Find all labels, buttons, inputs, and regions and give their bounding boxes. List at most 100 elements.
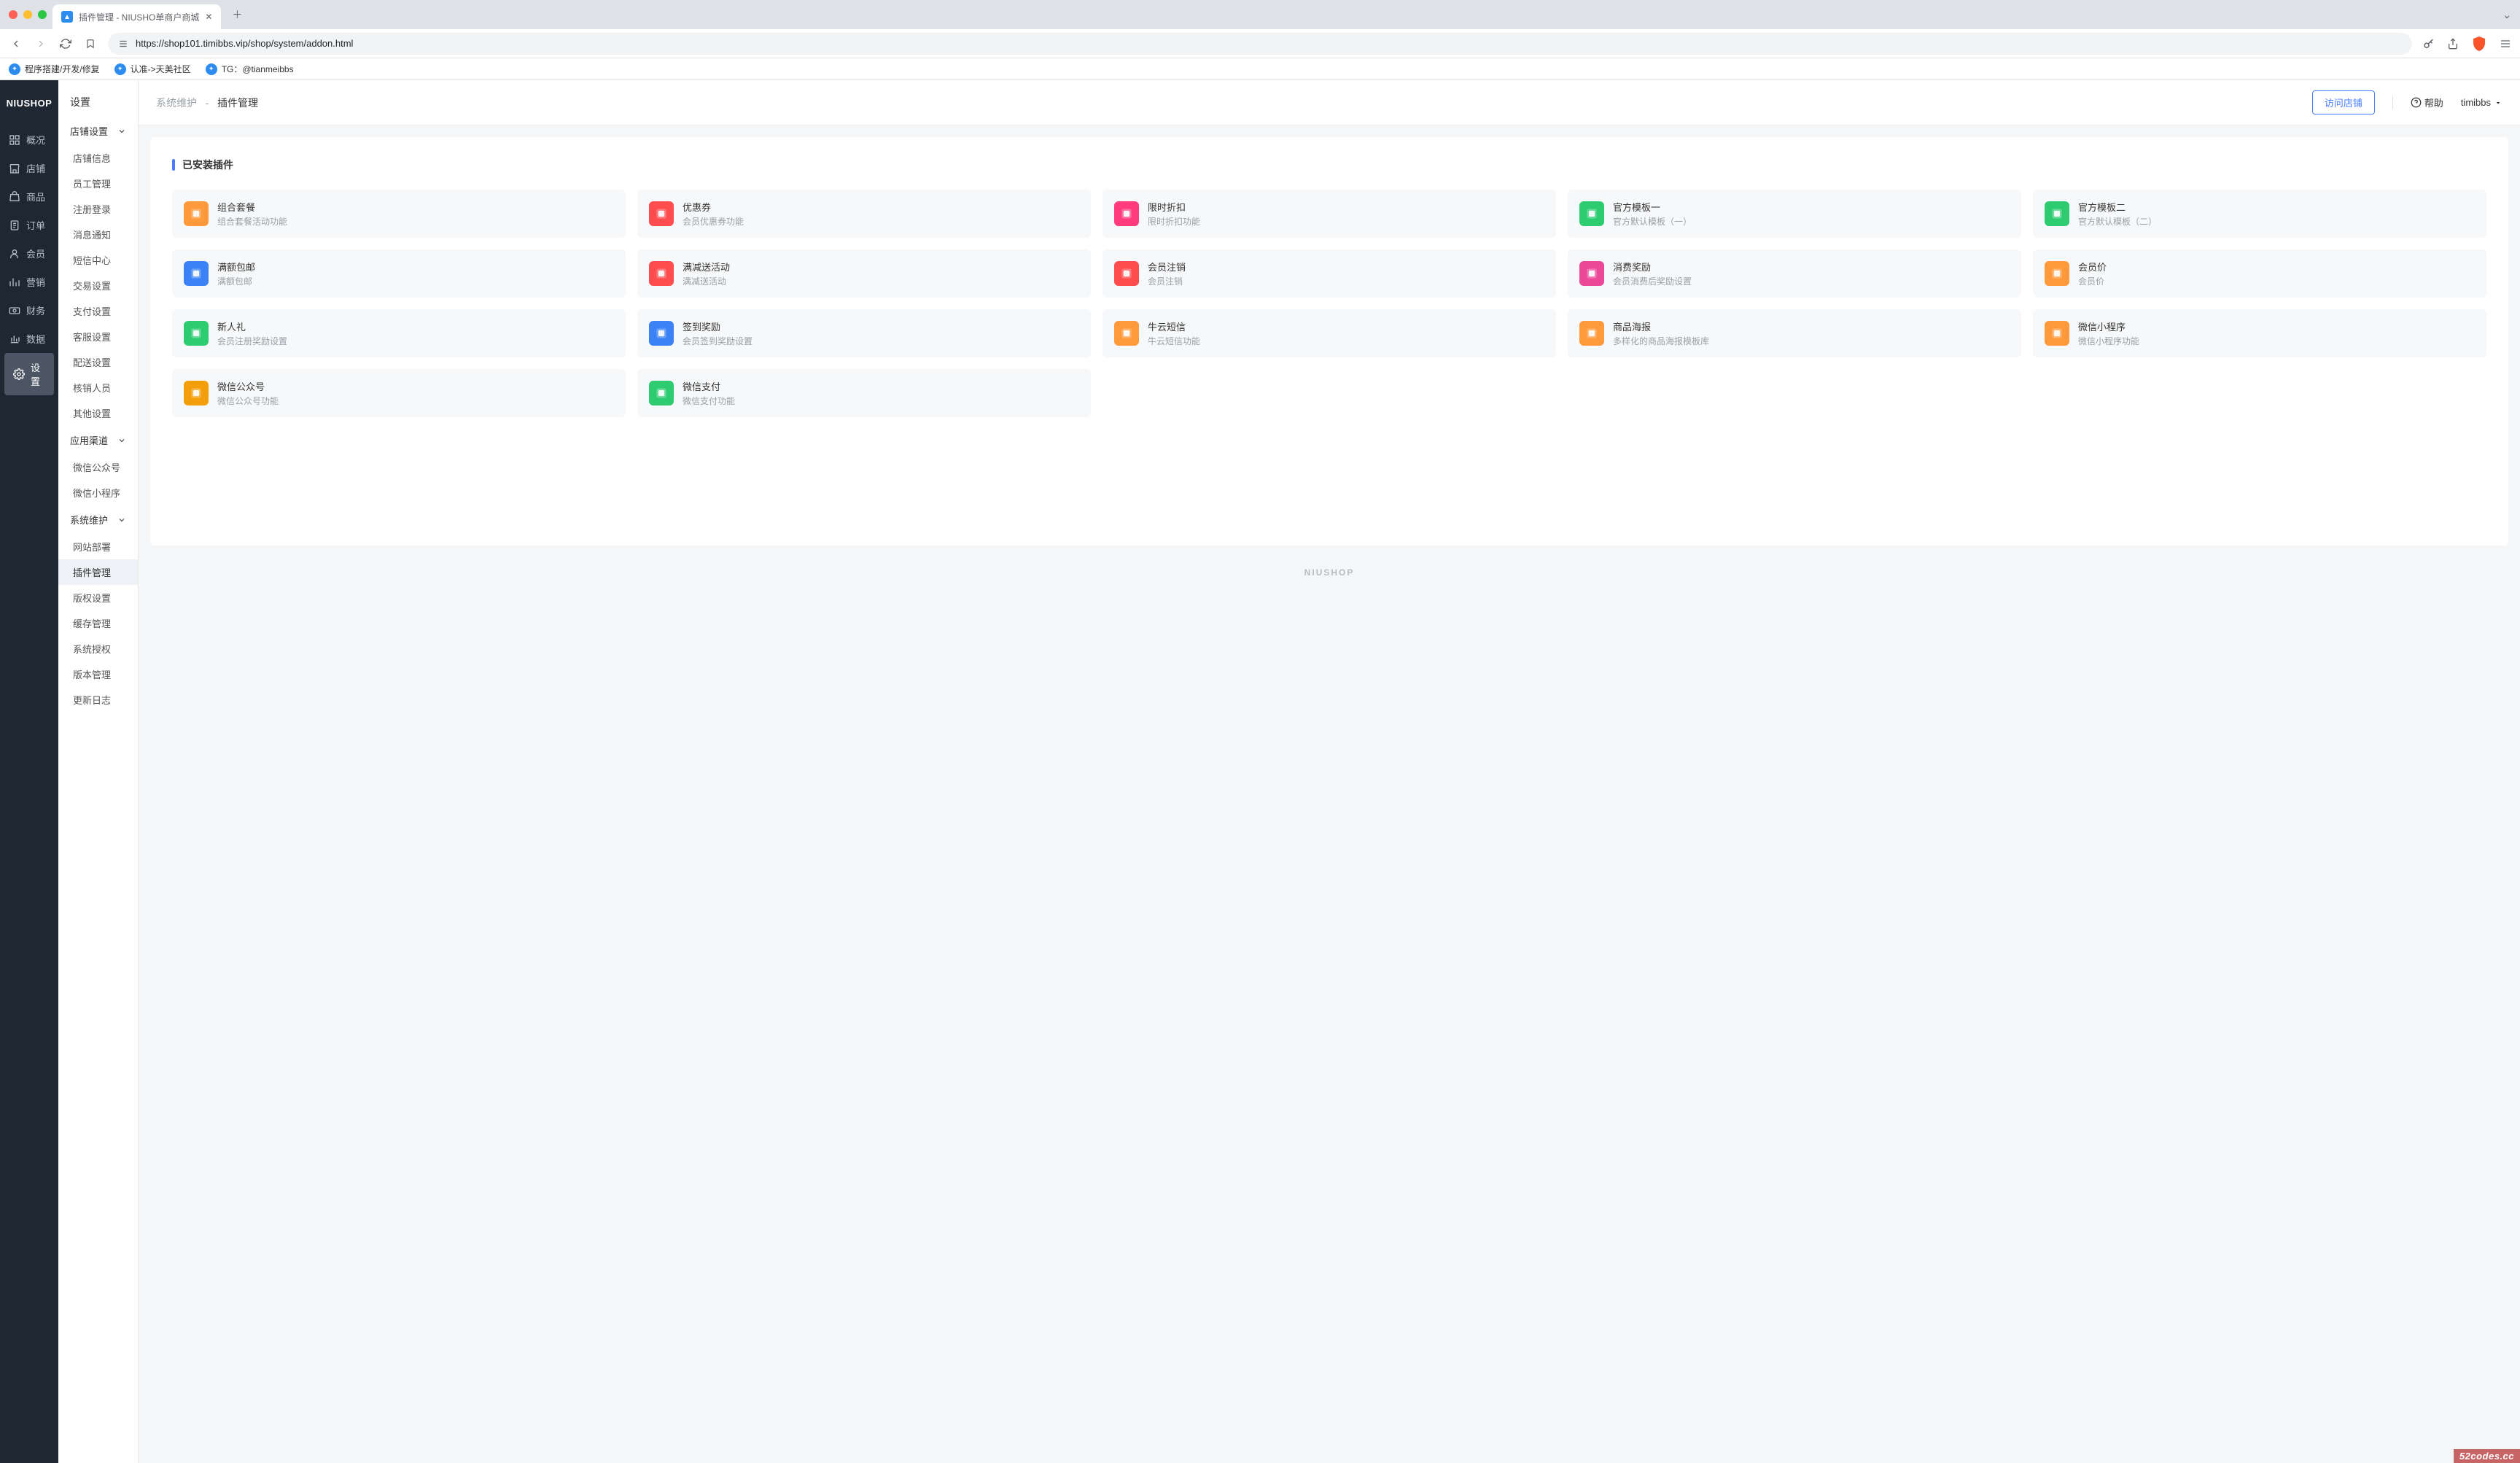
plugin-card[interactable]: 会员注销会员注销 (1102, 249, 1556, 298)
user-menu[interactable]: timibbs (2461, 97, 2502, 108)
plugin-title: 会员价 (2078, 260, 2107, 273)
plugin-card[interactable]: 签到奖励会员签到奖励设置 (637, 309, 1091, 357)
share-icon[interactable] (2447, 37, 2459, 50)
visit-shop-button[interactable]: 访问店铺 (2312, 90, 2375, 115)
sub-item[interactable]: 缓存管理 (58, 610, 138, 636)
plugin-title: 优惠券 (682, 200, 744, 214)
main-nav-settings[interactable]: 设置 (4, 353, 54, 395)
plugin-title: 官方模板二 (2078, 200, 2157, 214)
main-nav-marketing[interactable]: 营销 (0, 268, 58, 296)
plugin-desc: 牛云短信功能 (1148, 335, 1200, 347)
close-tab-icon[interactable]: ✕ (205, 12, 212, 22)
plugin-card[interactable]: 微信公众号微信公众号功能 (172, 369, 626, 417)
main-nav-dashboard[interactable]: 概况 (0, 125, 58, 154)
help-link[interactable]: 帮助 (2411, 96, 2443, 109)
nav-label: 财务 (26, 303, 45, 317)
main-nav-goods[interactable]: 商品 (0, 182, 58, 211)
bookmark-item[interactable]: ✦程序搭建/开发/修复 (9, 63, 100, 75)
bookmark-label: 认准->天美社区 (131, 63, 191, 75)
main-nav-finance[interactable]: 财务 (0, 296, 58, 325)
sub-group-head[interactable]: 系统维护 (58, 505, 138, 534)
sub-item[interactable]: 版权设置 (58, 585, 138, 610)
sub-item[interactable]: 支付设置 (58, 298, 138, 324)
plugin-desc: 微信公众号功能 (217, 395, 279, 407)
sub-item[interactable]: 核销人员 (58, 375, 138, 400)
sub-item[interactable]: 更新日志 (58, 687, 138, 713)
sub-group-head[interactable]: 店铺设置 (58, 117, 138, 145)
plugin-card[interactable]: 商品海报多样化的商品海报模板库 (1568, 309, 2021, 357)
plugin-title: 签到奖励 (682, 319, 752, 333)
sub-item[interactable]: 店铺信息 (58, 145, 138, 171)
plugin-card[interactable]: 满额包邮满额包邮 (172, 249, 626, 298)
plugin-card[interactable]: 限时折扣限时折扣功能 (1102, 190, 1556, 238)
sub-item[interactable]: 插件管理 (58, 559, 138, 585)
reload-button[interactable] (58, 38, 73, 50)
sub-item[interactable]: 消息通知 (58, 222, 138, 247)
plugin-card[interactable]: 满减送活动满减送活动 (637, 249, 1091, 298)
minimize-window-button[interactable] (23, 10, 32, 19)
sub-item[interactable]: 员工管理 (58, 171, 138, 196)
bookmark-item[interactable]: ✦认准->天美社区 (114, 63, 191, 75)
plugin-icon (1114, 201, 1139, 226)
chevron-down-icon (117, 436, 126, 445)
url-input[interactable]: https://shop101.timibbs.vip/shop/system/… (108, 33, 2412, 55)
sub-item[interactable]: 版本管理 (58, 661, 138, 687)
sub-item[interactable]: 微信小程序 (58, 480, 138, 505)
sub-group-head[interactable]: 应用渠道 (58, 426, 138, 454)
plugin-title: 会员注销 (1148, 260, 1186, 273)
app-menu-icon[interactable] (2500, 38, 2511, 50)
plugin-icon (184, 321, 209, 346)
main-nav-store[interactable]: 店铺 (0, 154, 58, 182)
plugin-card[interactable]: 消费奖励会员消费后奖励设置 (1568, 249, 2021, 298)
sub-item[interactable]: 注册登录 (58, 196, 138, 222)
plugin-card[interactable]: 新人礼会员注册奖励设置 (172, 309, 626, 357)
plugin-card[interactable]: 官方模板一官方默认模板（一） (1568, 190, 2021, 238)
section-title: 已安装插件 (172, 158, 2486, 172)
member-icon (9, 248, 20, 260)
nav-label: 商品 (26, 190, 45, 203)
logo: NIUSHOP (0, 80, 58, 125)
sub-item[interactable]: 系统授权 (58, 636, 138, 661)
bookmark-icon[interactable] (83, 38, 98, 50)
plugin-icon (1579, 261, 1604, 286)
sub-item[interactable]: 短信中心 (58, 247, 138, 273)
order-icon (9, 220, 20, 231)
plugin-title: 组合套餐 (217, 200, 287, 214)
plugin-card[interactable]: 会员价会员价 (2033, 249, 2486, 298)
new-tab-button[interactable]: ＋ (227, 4, 247, 25)
plugin-card[interactable]: 微信支付微信支付功能 (637, 369, 1091, 417)
main-nav-member[interactable]: 会员 (0, 239, 58, 268)
sub-item[interactable]: 微信公众号 (58, 454, 138, 480)
sub-item[interactable]: 交易设置 (58, 273, 138, 298)
forward-button[interactable] (34, 38, 48, 50)
bookmark-label: TG：@tianmeibbs (222, 63, 294, 75)
sub-item[interactable]: 网站部署 (58, 534, 138, 559)
breadcrumb-parent[interactable]: 系统维护 (156, 97, 197, 109)
browser-tab[interactable]: ▲ 插件管理 - NIUSHO单商户商城 ✕ (52, 4, 221, 29)
bookmark-item[interactable]: ✦TG：@tianmeibbs (206, 63, 294, 75)
plugin-desc: 会员优惠券功能 (682, 215, 744, 228)
sub-item[interactable]: 客服设置 (58, 324, 138, 349)
key-icon[interactable] (2422, 37, 2435, 50)
maximize-window-button[interactable] (38, 10, 47, 19)
close-window-button[interactable] (9, 10, 18, 19)
plugin-title: 微信小程序 (2078, 319, 2139, 333)
plugin-title: 微信公众号 (217, 379, 279, 393)
plugin-card[interactable]: 官方模板二官方默认模板（二） (2033, 190, 2486, 238)
plugin-card[interactable]: 组合套餐组合套餐活动功能 (172, 190, 626, 238)
plugin-card[interactable]: 微信小程序微信小程序功能 (2033, 309, 2486, 357)
main-nav-order[interactable]: 订单 (0, 211, 58, 239)
nav-label: 概况 (26, 133, 45, 147)
expand-tabs-icon[interactable]: ⌄ (2502, 9, 2511, 21)
plugin-title: 商品海报 (1613, 319, 1709, 333)
back-button[interactable] (9, 38, 23, 50)
settings-icon (13, 368, 25, 380)
brave-shield-icon[interactable] (2470, 35, 2488, 53)
sub-sidebar: 设置 店铺设置店铺信息员工管理注册登录消息通知短信中心交易设置支付设置客服设置配… (58, 80, 139, 1463)
plugin-card[interactable]: 牛云短信牛云短信功能 (1102, 309, 1556, 357)
sub-item[interactable]: 配送设置 (58, 349, 138, 375)
sub-item[interactable]: 其他设置 (58, 400, 138, 426)
plugin-icon (184, 261, 209, 286)
plugin-card[interactable]: 优惠券会员优惠券功能 (637, 190, 1091, 238)
main-nav-data[interactable]: 数据 (0, 325, 58, 353)
